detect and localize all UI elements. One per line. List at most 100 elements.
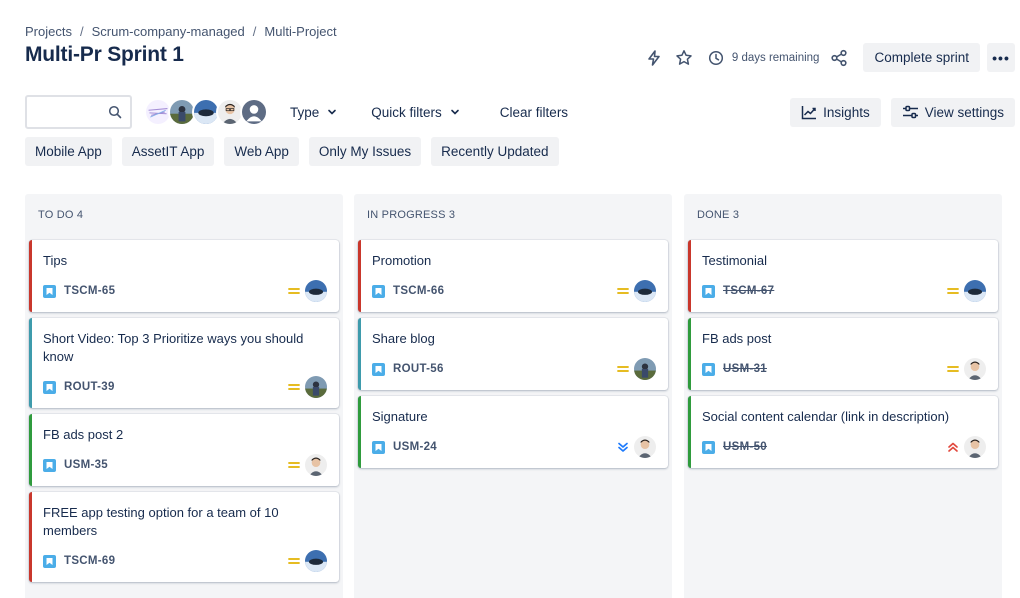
quick-filters-label: Quick filters (371, 104, 442, 120)
story-icon (702, 284, 715, 298)
sliders-icon (902, 105, 918, 119)
avatar[interactable] (240, 98, 268, 126)
avatar[interactable] (964, 280, 986, 302)
issue-card[interactable]: Share blog ROUT-56 (358, 318, 668, 390)
card-title: Testimonial (702, 253, 768, 268)
breadcrumb-project-board[interactable]: Scrum-company-managed (92, 24, 245, 39)
time-remaining: 9 days remaining (704, 46, 820, 70)
priority-high-icon (946, 440, 960, 454)
issue-card[interactable]: Signature USM-24 (358, 396, 668, 468)
priority-medium-icon (946, 362, 960, 376)
insights-label: Insights (823, 104, 870, 120)
chevron-down-icon (450, 105, 460, 120)
complete-sprint-button[interactable]: Complete sprint (863, 43, 980, 72)
issue-card[interactable]: FREE app testing option for a team of 10… (29, 492, 339, 582)
priority-medium-icon (287, 380, 301, 394)
card-title: FREE app testing option for a team of 10… (43, 505, 279, 538)
column-done: DONE 3 Testimonial TSCM-67 FB ads post U… (684, 194, 1002, 598)
column-header: TO DO 4 (38, 209, 84, 221)
issue-key[interactable]: USM-35 (64, 459, 108, 471)
avatar[interactable] (634, 280, 656, 302)
issue-key[interactable]: ROUT-56 (393, 363, 444, 375)
issue-key[interactable]: TSCM-65 (64, 285, 115, 297)
clock-icon (704, 46, 728, 70)
issue-card[interactable]: Promotion TSCM-66 (358, 240, 668, 312)
more-actions-button[interactable]: ••• (987, 43, 1015, 72)
board-action-buttons: Insights View settings (780, 97, 1015, 127)
card-title: Share blog (372, 331, 435, 346)
clear-filters-button[interactable]: Clear filters (500, 105, 568, 120)
story-icon (43, 554, 56, 568)
search-input[interactable] (27, 97, 107, 127)
issue-key[interactable]: USM-31 (723, 363, 767, 375)
search-icon (108, 105, 122, 124)
type-dropdown-label: Type (290, 104, 320, 120)
story-icon (372, 440, 385, 454)
issue-key[interactable]: TSCM-69 (64, 555, 115, 567)
story-icon (372, 284, 385, 298)
story-icon (43, 458, 56, 472)
filter-recently-updated[interactable]: Recently Updated (431, 137, 559, 166)
remaining-label: 9 days remaining (731, 51, 820, 64)
avatar[interactable] (305, 550, 327, 572)
priority-medium-icon (616, 362, 630, 376)
avatar[interactable] (964, 436, 986, 458)
filters-row: Type Quick filters Clear filters Insight… (25, 95, 1015, 129)
filter-only-my-issues[interactable]: Only My Issues (308, 137, 422, 166)
card-title: Signature (372, 409, 428, 424)
star-icon[interactable] (672, 46, 696, 70)
issue-card[interactable]: FB ads post 2 USM-35 (29, 414, 339, 486)
priority-medium-icon (616, 284, 630, 298)
priority-medium-icon (287, 554, 301, 568)
card-title: FB ads post 2 (43, 427, 124, 442)
issue-key[interactable]: USM-50 (723, 441, 767, 453)
issue-key[interactable]: TSCM-67 (723, 285, 774, 297)
card-title: Tips (43, 253, 68, 268)
issue-key[interactable]: TSCM-66 (393, 285, 444, 297)
breadcrumb-separator: / (252, 24, 257, 39)
filter-web-app[interactable]: Web App (224, 137, 299, 166)
avatar[interactable] (305, 454, 327, 476)
issue-card[interactable]: Testimonial TSCM-67 (688, 240, 998, 312)
avatar[interactable] (634, 436, 656, 458)
filter-mobile-app[interactable]: Mobile App (25, 137, 112, 166)
page-title: Multi-Pr Sprint 1 (25, 43, 184, 66)
priority-medium-icon (287, 458, 301, 472)
issue-card[interactable]: Tips TSCM-65 (29, 240, 339, 312)
insights-button[interactable]: Insights (790, 97, 881, 127)
card-title: Social content calendar (link in descrip… (702, 409, 950, 424)
story-icon (702, 440, 715, 454)
issue-key[interactable]: ROUT-39 (64, 381, 115, 393)
header-actions: 9 days remaining Complete sprint ••• (642, 43, 1015, 72)
column-in-progress: IN PROGRESS 3 Promotion TSCM-66 Share bl… (354, 194, 672, 598)
card-title: FB ads post (702, 331, 772, 346)
issue-key[interactable]: USM-24 (393, 441, 437, 453)
avatar[interactable] (964, 358, 986, 380)
avatar[interactable] (305, 280, 327, 302)
lightning-icon[interactable] (642, 46, 666, 70)
chevron-down-icon (327, 105, 337, 120)
insights-icon (801, 106, 817, 120)
issue-card[interactable]: Short Video: Top 3 Prioritize ways you s… (29, 318, 339, 408)
filter-assetit-app[interactable]: AssetIT App (121, 137, 215, 166)
view-settings-button[interactable]: View settings (890, 97, 1015, 127)
issue-card[interactable]: Social content calendar (link in descrip… (688, 396, 998, 468)
story-icon (43, 284, 56, 298)
type-dropdown[interactable]: Type (290, 105, 337, 120)
quick-filters-dropdown[interactable]: Quick filters (371, 105, 460, 120)
breadcrumb-multi-project[interactable]: Multi-Project (264, 24, 336, 39)
avatar[interactable] (634, 358, 656, 380)
issue-card[interactable]: FB ads post USM-31 (688, 318, 998, 390)
story-icon (702, 362, 715, 376)
view-settings-label: View settings (924, 104, 1004, 120)
avatar[interactable] (305, 376, 327, 398)
priority-low-icon (616, 440, 630, 454)
share-icon[interactable] (827, 46, 851, 70)
column-todo: TO DO 4 Tips TSCM-65 Short Video: Top 3 … (25, 194, 343, 598)
breadcrumb-separator: / (79, 24, 84, 39)
search-field[interactable] (25, 95, 132, 129)
card-title: Promotion (372, 253, 432, 268)
breadcrumb-projects[interactable]: Projects (25, 24, 72, 39)
priority-medium-icon (287, 284, 301, 298)
story-icon (372, 362, 385, 376)
